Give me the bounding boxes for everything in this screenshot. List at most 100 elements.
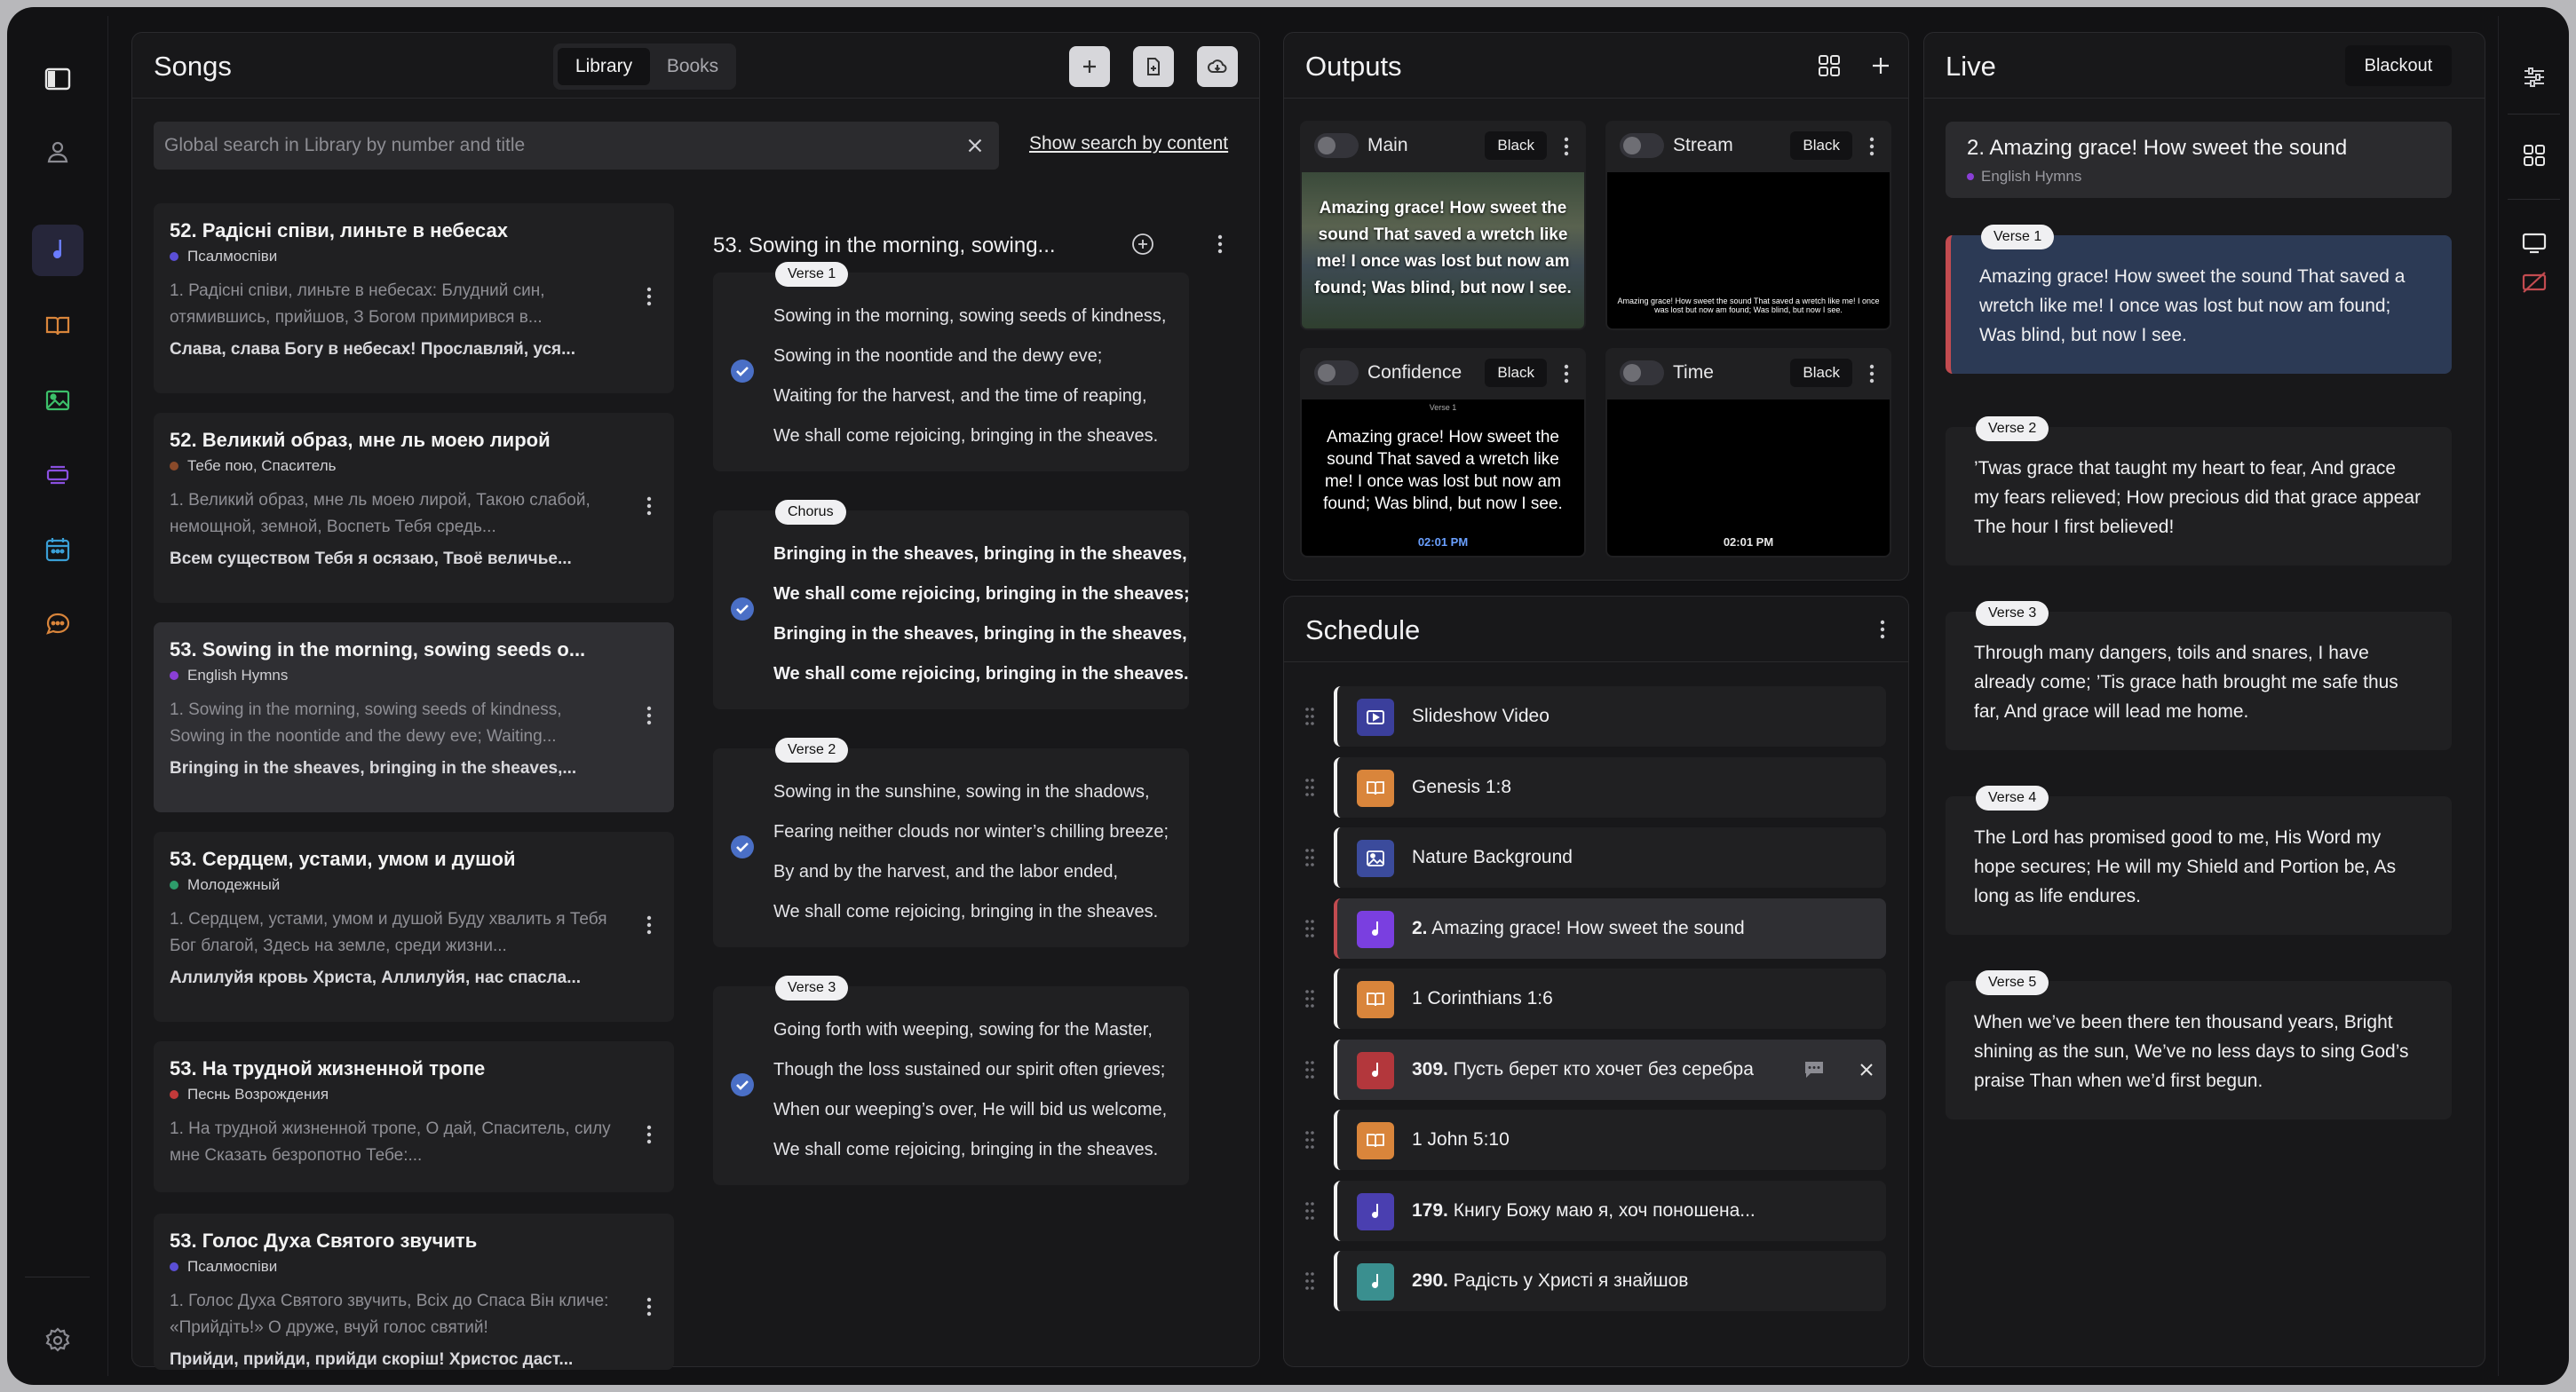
schedule-item-label: 290. Радість у Христі я знайшов — [1412, 1270, 1688, 1292]
song-list-item[interactable]: 53. На трудной жизненной тропе Песнь Возр… — [154, 1041, 674, 1192]
add-song-button[interactable] — [1069, 46, 1110, 87]
drag-handle-icon[interactable] — [1304, 706, 1316, 727]
schedule-item[interactable]: 179. Книгу Божу маю я, хоч поношена... — [1334, 1180, 1886, 1241]
song-item-menu[interactable] — [640, 493, 658, 519]
output-menu[interactable] — [1863, 133, 1881, 160]
output-menu[interactable] — [1557, 133, 1575, 160]
schedule-menu[interactable] — [1874, 616, 1891, 643]
verse-card[interactable]: Verse 1 Sowing in the morning, sowing see… — [713, 262, 1189, 471]
live-verse-card[interactable]: Verse 5 When we’ve been there ten thousan… — [1946, 970, 2452, 1119]
song-list-item[interactable]: 52. Радісні співи, линьте в небесах Псалм… — [154, 203, 674, 393]
user-icon[interactable] — [32, 126, 83, 178]
song-list-item[interactable]: 52. Великий образ, мне ль моею лирой Тебе… — [154, 413, 674, 603]
song-item-menu[interactable] — [640, 912, 658, 938]
drag-handle-icon[interactable] — [1304, 1270, 1316, 1292]
verse-card[interactable]: Verse 2 Sowing in the sunshine, sowing in… — [713, 738, 1189, 947]
drag-handle-icon[interactable] — [1304, 1200, 1316, 1222]
output-toggle[interactable] — [1314, 133, 1359, 158]
schedule-item[interactable]: Nature Background — [1334, 827, 1886, 888]
output-toggle[interactable] — [1314, 360, 1359, 385]
add-output-button[interactable] — [1863, 48, 1898, 83]
output-menu[interactable] — [1863, 360, 1881, 387]
song-book: Молодежный — [170, 876, 658, 894]
more-vertical-icon — [646, 915, 652, 935]
song-list-item[interactable]: 53. Голос Духа Святого звучить Псалмоспів… — [154, 1214, 674, 1370]
show-search-by-content-link[interactable]: Show search by content — [1029, 133, 1228, 154]
tab-books[interactable]: Books — [653, 48, 733, 85]
grid-view-button[interactable] — [1811, 48, 1847, 83]
black-screen-button[interactable]: Black — [1485, 359, 1547, 387]
song-item-menu[interactable] — [640, 702, 658, 729]
song-item-menu[interactable] — [640, 1293, 658, 1320]
drag-handle-icon[interactable] — [1304, 777, 1316, 798]
black-screen-button[interactable]: Black — [1790, 131, 1852, 160]
song-book: Песнь Возрождения — [170, 1086, 658, 1103]
song-item-menu[interactable] — [640, 283, 658, 310]
sidebar-toggle-icon[interactable] — [32, 53, 83, 105]
live-verse-card[interactable]: Verse 1 Amazing grace! How sweet the soun… — [1946, 225, 2452, 374]
schedule-item[interactable]: 309. Пусть берет кто хочет без серебра — [1334, 1039, 1886, 1100]
verse-line: Sowing in the noontide and the dewy eve; — [773, 346, 1103, 366]
verse-tag: Verse 5 — [1976, 970, 2049, 995]
live-song-title: 2. Amazing grace! How sweet the sound — [1967, 136, 2348, 160]
add-to-schedule-button[interactable] — [1125, 226, 1161, 262]
song-item-menu[interactable] — [640, 1121, 658, 1148]
black-screen-button[interactable]: Black — [1790, 359, 1852, 387]
chat-icon[interactable] — [32, 598, 83, 650]
verse-tag: Verse 1 — [775, 262, 849, 287]
drag-handle-icon[interactable] — [1304, 988, 1316, 1009]
more-vertical-icon — [646, 287, 652, 306]
remove-item-icon[interactable] — [1858, 1061, 1875, 1079]
stack-icon[interactable] — [32, 449, 83, 501]
output-preview: Amazing grace! How sweet the sound That … — [1607, 172, 1890, 328]
schedule-item[interactable]: 1 John 5:10 — [1334, 1110, 1886, 1170]
verse-selected-check-icon[interactable] — [729, 834, 756, 860]
monitor-off-icon[interactable] — [2509, 257, 2560, 309]
verse-selected-check-icon[interactable] — [729, 596, 756, 622]
more-vertical-icon — [1217, 234, 1223, 254]
drag-handle-icon[interactable] — [1304, 1059, 1316, 1080]
grid-icon[interactable] — [2509, 130, 2560, 181]
verse-selected-check-icon[interactable] — [729, 358, 756, 384]
schedule-item[interactable]: 2. Amazing grace! How sweet the sound — [1334, 898, 1886, 959]
toggle-knob — [1623, 137, 1641, 154]
verse-selected-check-icon[interactable] — [729, 1072, 756, 1098]
song-detail-menu[interactable] — [1211, 231, 1229, 257]
book-color-dot — [170, 1262, 178, 1271]
blackout-button[interactable]: Blackout — [2345, 45, 2452, 86]
output-toggle[interactable] — [1620, 360, 1664, 385]
import-file-button[interactable] — [1133, 46, 1174, 87]
schedule-item-label: 2. Amazing grace! How sweet the sound — [1412, 918, 1745, 939]
clear-search-icon[interactable] — [963, 134, 987, 157]
cloud-download-button[interactable] — [1197, 46, 1238, 87]
tab-library[interactable]: Library — [558, 48, 650, 85]
calendar-icon[interactable] — [32, 524, 83, 575]
song-list-item[interactable]: 53. Sowing in the morning, sowing seeds … — [154, 622, 674, 812]
drag-handle-icon[interactable] — [1304, 847, 1316, 868]
schedule-item-label: 1 Corinthians 1:6 — [1412, 988, 1553, 1009]
live-current-song: 2. Amazing grace! How sweet the sound En… — [1946, 122, 2452, 198]
image-icon[interactable] — [32, 375, 83, 426]
output-menu[interactable] — [1557, 360, 1575, 387]
sliders-icon[interactable] — [2509, 51, 2560, 103]
drag-handle-icon[interactable] — [1304, 1129, 1316, 1151]
settings-gear-icon[interactable] — [32, 1315, 83, 1366]
preview-clock: 02:01 PM — [1417, 535, 1469, 549]
verse-card[interactable]: Chorus Bringing in the sheaves, bringing … — [713, 500, 1190, 709]
schedule-item[interactable]: Genesis 1:8 — [1334, 756, 1886, 818]
schedule-item[interactable]: Slideshow Video — [1334, 686, 1886, 747]
drag-handle-icon[interactable] — [1304, 918, 1316, 939]
schedule-item[interactable]: 290. Радість у Христі я знайшов — [1334, 1251, 1886, 1311]
output-toggle[interactable] — [1620, 133, 1664, 158]
live-verse-card[interactable]: Verse 3 Through many dangers, toils and s… — [1946, 601, 2452, 750]
live-verse-card[interactable]: Verse 2 ’Twas grace that taught my heart … — [1946, 416, 2452, 566]
black-screen-button[interactable]: Black — [1485, 131, 1547, 160]
music-note-icon[interactable] — [31, 225, 83, 276]
schedule-item[interactable]: 1 Corinthians 1:6 — [1334, 969, 1886, 1029]
search-input[interactable] — [164, 122, 946, 170]
live-verse-card[interactable]: Verse 4 The Lord has promised good to me,… — [1946, 786, 2452, 935]
verse-card[interactable]: Verse 3 Going forth with weeping, sowing … — [713, 976, 1189, 1185]
book-icon[interactable] — [32, 300, 83, 352]
comment-icon[interactable] — [1803, 1059, 1826, 1080]
song-list-item[interactable]: 53. Сердцем, устами, умом и душой Молодеж… — [154, 832, 674, 1022]
